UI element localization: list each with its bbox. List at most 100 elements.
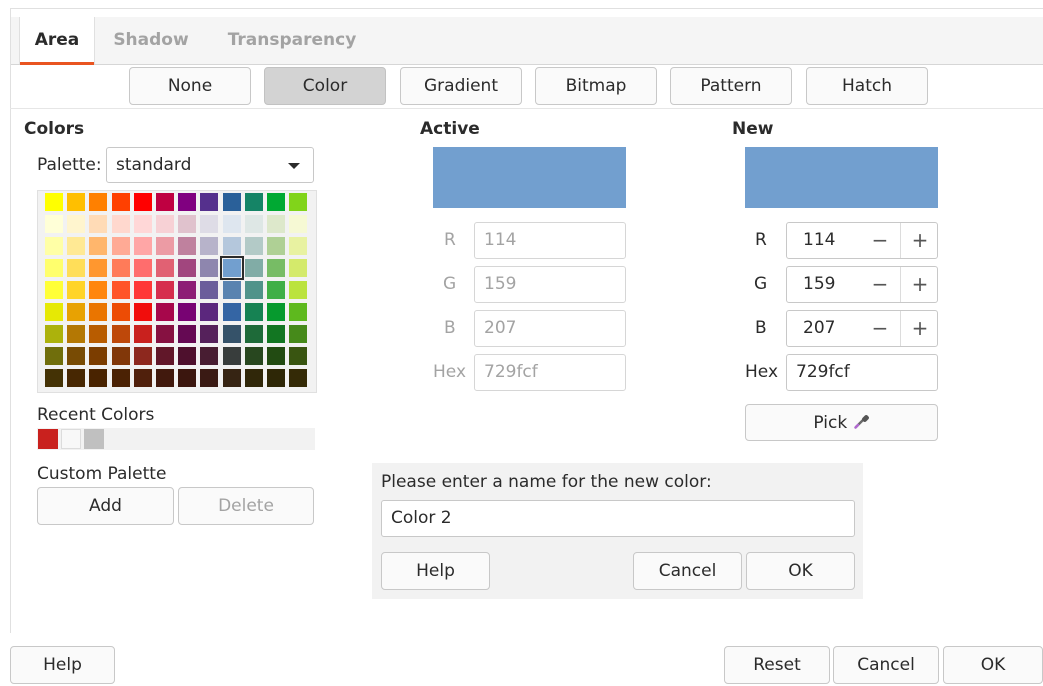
palette-swatch[interactable] [244,215,263,233]
palette-swatch[interactable] [222,325,241,343]
palette-swatch[interactable] [178,215,197,233]
tab-shadow[interactable]: Shadow [105,17,197,64]
palette-swatch[interactable] [133,237,152,255]
palette-swatch[interactable] [244,259,263,277]
palette-swatch[interactable] [111,347,130,365]
palette-swatch[interactable] [244,281,263,299]
palette-swatch[interactable] [267,281,285,299]
ok-button[interactable]: OK [943,646,1043,684]
palette-swatch[interactable] [156,281,174,299]
palette-swatch[interactable] [45,193,63,211]
palette-swatch[interactable] [200,281,219,299]
palette-swatch[interactable] [67,193,86,211]
recent-color-swatch[interactable] [61,429,81,449]
palette-swatch[interactable] [89,215,108,233]
palette-swatch[interactable] [111,369,130,387]
palette-swatch[interactable] [289,347,308,365]
palette-swatch[interactable] [67,237,86,255]
new-b-spinner[interactable]: 207 − + [786,310,938,347]
palette-swatch[interactable] [244,325,263,343]
new-b-decrement-button[interactable]: − [861,311,899,346]
palette-swatch[interactable] [178,237,197,255]
palette-swatch[interactable] [45,259,63,277]
new-b-increment-button[interactable]: + [900,311,939,346]
palette-swatch[interactable] [45,281,63,299]
palette-swatch[interactable] [219,256,244,280]
palette-swatch[interactable] [244,237,263,255]
palette-swatch[interactable] [222,347,241,365]
palette-swatch[interactable] [67,303,86,321]
add-color-button[interactable]: Add [37,487,174,525]
palette-swatch[interactable] [267,193,285,211]
palette-swatch[interactable] [156,369,174,387]
palette-swatch[interactable] [267,259,285,277]
new-g-decrement-button[interactable]: − [861,267,899,302]
palette-swatch[interactable] [178,369,197,387]
palette-swatch[interactable] [45,347,63,365]
palette-swatch[interactable] [156,193,174,211]
palette-swatch[interactable] [222,281,241,299]
new-hex-field[interactable]: 729fcf [786,354,938,391]
palette-swatch[interactable] [133,325,152,343]
cancel-button[interactable]: Cancel [833,646,939,684]
color-name-input[interactable]: Color 2 [381,500,855,537]
palette-swatch[interactable] [67,347,86,365]
fill-none-button[interactable]: None [129,67,251,105]
palette-swatch[interactable] [89,369,108,387]
palette-swatch[interactable] [67,259,86,277]
palette-swatch[interactable] [89,281,108,299]
palette-swatch[interactable] [222,193,241,211]
palette-swatch[interactable] [133,303,152,321]
palette-swatch[interactable] [111,281,130,299]
recent-color-swatch[interactable] [38,429,58,449]
palette-swatch[interactable] [111,215,130,233]
palette-swatch[interactable] [45,303,63,321]
palette-swatch[interactable] [200,325,219,343]
palette-swatch[interactable] [45,215,63,233]
palette-swatch[interactable] [178,193,197,211]
palette-swatch[interactable] [178,303,197,321]
palette-swatch[interactable] [111,303,130,321]
palette-swatch[interactable] [67,325,86,343]
palette-swatch[interactable] [133,259,152,277]
new-r-value[interactable]: 114 [803,223,835,258]
palette-swatch[interactable] [244,347,263,365]
palette-swatch[interactable] [267,303,285,321]
palette-swatch[interactable] [200,369,219,387]
palette-swatch[interactable] [267,369,285,387]
palette-swatch[interactable] [244,193,263,211]
palette-select[interactable]: standard [106,147,314,183]
delete-color-button[interactable]: Delete [178,487,314,525]
tab-area[interactable]: Area [19,17,95,65]
palette-swatch[interactable] [89,325,108,343]
palette-swatch[interactable] [67,369,86,387]
palette-swatch[interactable] [267,237,285,255]
palette-swatch[interactable] [178,325,197,343]
fill-bitmap-button[interactable]: Bitmap [535,67,657,105]
palette-swatch[interactable] [222,237,241,255]
palette-swatch[interactable] [111,237,130,255]
palette-swatch[interactable] [178,281,197,299]
palette-swatch[interactable] [244,369,263,387]
palette-swatch[interactable] [89,259,108,277]
palette-swatch[interactable] [133,369,152,387]
palette-swatch[interactable] [89,347,108,365]
palette-swatch[interactable] [156,237,174,255]
new-g-increment-button[interactable]: + [900,267,939,302]
palette-swatch[interactable] [45,369,63,387]
palette-swatch[interactable] [289,281,308,299]
palette-swatch[interactable] [133,193,152,211]
palette-swatch[interactable] [244,303,263,321]
palette-swatch[interactable] [178,259,197,277]
new-g-spinner[interactable]: 159 − + [786,266,938,303]
palette-swatch[interactable] [133,281,152,299]
palette-swatch[interactable] [289,259,308,277]
palette-swatch[interactable] [200,237,219,255]
palette-swatch[interactable] [133,347,152,365]
help-button[interactable]: Help [10,646,115,684]
new-b-value[interactable]: 207 [803,311,835,346]
palette-swatch[interactable] [89,303,108,321]
palette-swatch[interactable] [156,259,174,277]
name-cancel-button[interactable]: Cancel [633,552,742,590]
palette-swatch[interactable] [156,303,174,321]
